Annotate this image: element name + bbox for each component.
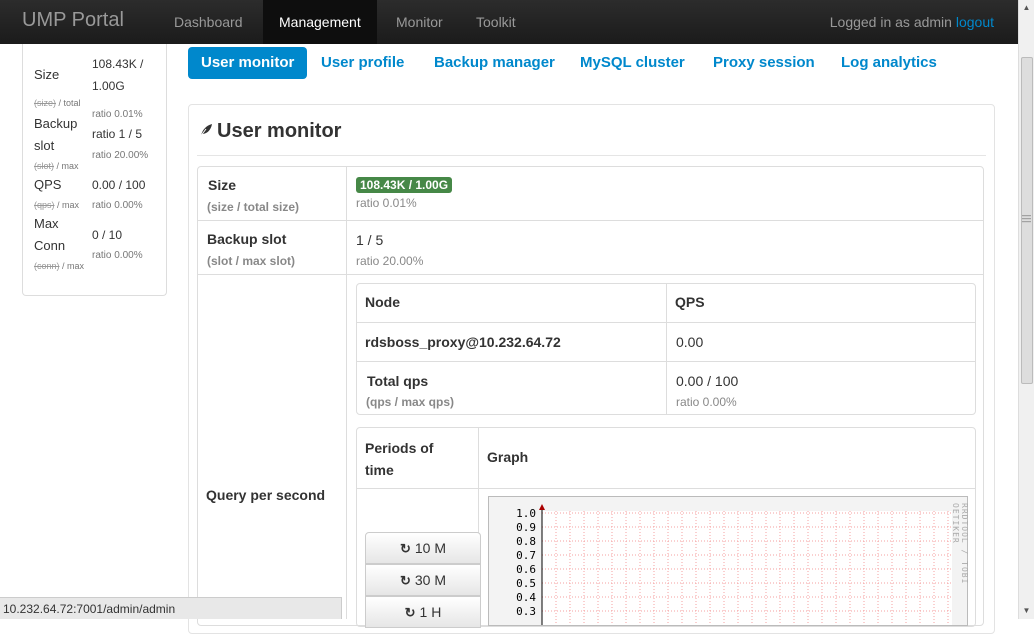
nav-toolkit[interactable]: Toolkit bbox=[476, 0, 516, 44]
backup-value: 1 / 5 bbox=[356, 232, 384, 248]
size-label: Size bbox=[208, 177, 237, 193]
node-name: rdsboss_proxy@10.232.64.72 bbox=[365, 334, 561, 350]
row-divider bbox=[357, 361, 975, 362]
graph-y-tick-label: 0.4 bbox=[516, 591, 536, 604]
leaf-icon bbox=[199, 123, 213, 141]
refresh-icon: ↻ bbox=[399, 541, 411, 556]
size-sub: (size / total size) bbox=[207, 200, 300, 214]
grip-icon: — — — bbox=[1022, 210, 1031, 226]
nav-dashboard[interactable]: Dashboard bbox=[174, 0, 243, 44]
logout-link[interactable]: logout bbox=[956, 14, 994, 30]
backup-sub: (slot / max slot) bbox=[207, 254, 296, 268]
sidebar-value: 108.43K / 1.00G bbox=[92, 57, 144, 93]
periods-header: Periods of time bbox=[365, 440, 434, 478]
backup-label: Backup slot bbox=[207, 231, 287, 247]
graph-watermark: RRDTOOL / TOBI OETIKER bbox=[951, 503, 969, 585]
graph-y-tick-label: 0.8 bbox=[516, 535, 536, 548]
sidebar-sub: (conn) / max bbox=[34, 261, 85, 271]
nav-management[interactable]: Management bbox=[263, 0, 377, 44]
graph-header: Graph bbox=[487, 449, 529, 465]
node-qps: 0.00 bbox=[676, 334, 704, 350]
tab-log-analytics[interactable]: Log analytics bbox=[841, 47, 937, 79]
sidebar-sub: (slot) / max bbox=[34, 161, 79, 171]
row-divider bbox=[357, 488, 975, 489]
panel-title: User monitor bbox=[199, 120, 341, 143]
tab-backup-manager[interactable]: Backup manager bbox=[434, 47, 555, 79]
backup-ratio: ratio 20.00% bbox=[356, 254, 424, 268]
total-qps-ratio: ratio 0.00% bbox=[676, 395, 737, 409]
tab-user-monitor[interactable]: User monitor bbox=[188, 47, 308, 79]
graph-y-tick-label: 0.3 bbox=[516, 605, 536, 618]
scroll-up-icon[interactable]: ▲ bbox=[1019, 0, 1034, 16]
top-navbar: UMP Portal Dashboard Management Monitor … bbox=[0, 0, 1018, 44]
status-url-bar: 10.232.64.72:7001/admin/admin bbox=[0, 597, 342, 619]
graph-y-tick-label: 0.6 bbox=[516, 563, 536, 576]
scroll-down-icon[interactable]: ▼ bbox=[1019, 603, 1034, 619]
period-30m-button[interactable]: ↻ 30 M bbox=[365, 564, 481, 596]
sidebar-label: QPS bbox=[34, 177, 62, 192]
tab-user-profile[interactable]: User profile bbox=[321, 47, 404, 79]
graph-y-tick-label: 1.0 bbox=[516, 507, 536, 520]
sidebar-ratio: ratio 0.00% bbox=[92, 200, 143, 211]
graph-y-tick-label: 0.5 bbox=[516, 577, 536, 590]
graph-y-ticks: 1.00.90.80.70.60.50.40.3 bbox=[516, 507, 536, 618]
panel-divider bbox=[197, 155, 986, 156]
row-divider bbox=[198, 274, 983, 275]
sidebar-label: Size bbox=[34, 67, 60, 82]
sidebar-label: Backup slot bbox=[34, 116, 78, 153]
row-divider bbox=[357, 322, 975, 323]
sidebar-label: Max Conn bbox=[34, 216, 66, 253]
node-header: Node bbox=[365, 294, 400, 310]
brand-logo[interactable]: UMP Portal bbox=[22, 9, 124, 32]
tab-proxy-session[interactable]: Proxy session bbox=[713, 47, 815, 79]
sidebar-value: 0 / 10 bbox=[92, 228, 123, 242]
col-divider bbox=[346, 167, 347, 619]
refresh-icon: ↻ bbox=[404, 605, 416, 620]
sidebar-row-conn: Max Conn (conn) / max 0 / 10 ratio 0.00% bbox=[34, 213, 164, 275]
sidebar-ratio: ratio 0.00% bbox=[92, 250, 143, 261]
row-divider bbox=[198, 220, 983, 221]
qps-label: Query per second bbox=[206, 487, 326, 503]
sidebar-summary: Size (size) / total 108.43K / 1.00G rati… bbox=[22, 44, 167, 296]
sidebar-sub: (qps) / max bbox=[34, 200, 80, 210]
sidebar-value: ratio 1 / 5 bbox=[92, 127, 143, 141]
refresh-icon: ↻ bbox=[399, 573, 411, 588]
period-10m-button[interactable]: ↻ 10 M bbox=[365, 532, 481, 564]
vertical-scrollbar[interactable]: ▲ — — — ▼ bbox=[1018, 0, 1034, 619]
qps-graph-svg: 1.00.90.80.70.60.50.40.3 bbox=[516, 504, 952, 625]
total-qps-label: Total qps bbox=[367, 373, 429, 389]
qps-graph: 1.0 0.9 0.8 0.7 0.6 0.5 0.4 0.3 RRDTOOL / TOBI … bbox=[488, 496, 969, 626]
sidebar-row-backup: Backup slot (slot) / max ratio 1 / 5 rat… bbox=[34, 113, 164, 173]
sidebar-row-size: Size (size) / total 108.43K / 1.00G rati… bbox=[34, 53, 164, 120]
sidebar-ratio: ratio 20.00% bbox=[92, 150, 149, 161]
total-qps-value: 0.00 / 100 bbox=[676, 373, 739, 389]
sidebar-sub: (size) / total bbox=[34, 98, 81, 108]
sidebar-row-qps: QPS (qps) / max 0.00 / 100 ratio 0.00% bbox=[34, 174, 164, 214]
login-text: Logged in as admin bbox=[829, 14, 952, 30]
col-divider bbox=[666, 284, 667, 414]
sidebar-value: 0.00 / 100 bbox=[92, 178, 146, 192]
login-status: Logged in as admin logout bbox=[830, 0, 994, 44]
tab-mysql-cluster[interactable]: MySQL cluster bbox=[580, 47, 685, 79]
size-badge: 108.43K / 1.00G bbox=[356, 176, 453, 193]
qps-header: QPS bbox=[675, 294, 705, 310]
total-qps-sub: (qps / max qps) bbox=[366, 395, 455, 409]
size-ratio: ratio 0.01% bbox=[356, 196, 417, 210]
graph-y-tick-label: 0.9 bbox=[516, 521, 536, 534]
nav-monitor[interactable]: Monitor bbox=[396, 0, 443, 44]
period-1h-button[interactable]: ↻ 1 H bbox=[365, 596, 481, 628]
graph-y-tick-label: 0.7 bbox=[516, 549, 536, 562]
